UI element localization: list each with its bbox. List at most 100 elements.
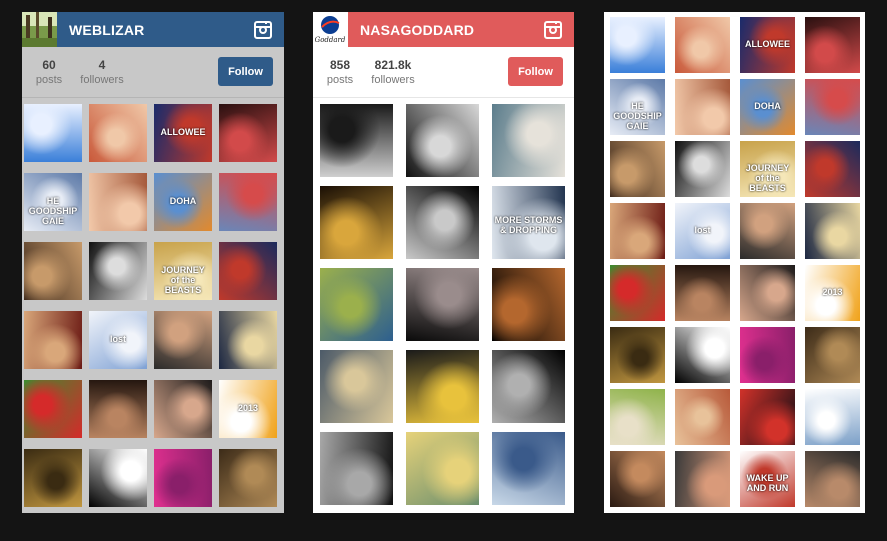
stats-bar: 858 posts 821.8k followers Follow	[313, 47, 574, 98]
photo-tile[interactable]: 2013	[219, 380, 277, 438]
widget-header: WEBLIZAR	[22, 12, 284, 47]
photo-tile[interactable]	[805, 327, 860, 383]
photo-caption: MORE STORMS & DROPPING	[494, 215, 563, 236]
photo-tile[interactable]: ALLOWEE	[154, 104, 212, 162]
photo-tile[interactable]: DOHA	[740, 79, 795, 135]
photo-caption: DOHA	[754, 101, 781, 112]
photo-tile[interactable]	[406, 268, 479, 341]
photo-tile[interactable]	[492, 432, 565, 505]
photo-tile[interactable]	[805, 203, 860, 259]
photo-tile[interactable]	[219, 104, 277, 162]
photo-tile[interactable]	[24, 311, 82, 369]
photo-tile[interactable]	[154, 380, 212, 438]
username[interactable]: NASAGODDARD	[360, 12, 474, 48]
photo-tile[interactable]	[740, 327, 795, 383]
photo-tile[interactable]: HE GOODSHIP GAIE	[24, 173, 82, 231]
posts-stat: 858 posts	[325, 57, 355, 87]
photo-caption: lost	[694, 225, 711, 236]
photo-caption: JOURNEY of the BEASTS	[745, 163, 790, 194]
photo-tile[interactable]	[675, 79, 730, 135]
photo-tile[interactable]	[219, 173, 277, 231]
followers-label: followers	[371, 74, 415, 86]
stats-bar: 60 posts 4 followers Follow	[22, 47, 284, 98]
photo-tile[interactable]	[610, 203, 665, 259]
photo-tile[interactable]	[492, 268, 565, 341]
photo-tile[interactable]: lost	[675, 203, 730, 259]
photo-tile[interactable]	[805, 17, 860, 73]
photo-tile[interactable]: MORE STORMS & DROPPING	[492, 186, 565, 259]
photo-tile[interactable]	[89, 449, 147, 507]
weblizar-widget: WEBLIZAR 60 posts 4 followers Follow ALL…	[22, 12, 284, 513]
photo-tile[interactable]	[320, 350, 393, 423]
photo-tile[interactable]	[89, 380, 147, 438]
photo-tile[interactable]	[89, 173, 147, 231]
follow-button[interactable]: Follow	[218, 57, 273, 86]
photo-tile[interactable]	[805, 389, 860, 445]
photo-tile[interactable]	[154, 449, 212, 507]
photo-tile[interactable]	[320, 186, 393, 259]
photo-tile[interactable]	[675, 389, 730, 445]
photo-tile[interactable]	[740, 265, 795, 321]
photo-tile[interactable]	[24, 104, 82, 162]
photo-tile[interactable]	[610, 17, 665, 73]
photo-tile[interactable]	[675, 17, 730, 73]
photo-tile[interactable]	[610, 327, 665, 383]
posts-label: posts	[326, 74, 354, 86]
photo-tile[interactable]: JOURNEY of the BEASTS	[740, 141, 795, 197]
instagram-icon[interactable]	[544, 21, 562, 39]
photo-tile[interactable]	[154, 311, 212, 369]
photo-tile[interactable]: JOURNEY of the BEASTS	[154, 242, 212, 300]
photo-tile[interactable]	[610, 389, 665, 445]
photo-caption: DOHA	[169, 196, 197, 207]
photo-tile[interactable]	[24, 449, 82, 507]
profile-avatar[interactable]: Goddard	[313, 12, 348, 47]
photo-tile[interactable]	[219, 311, 277, 369]
photo-tile[interactable]	[320, 432, 393, 505]
photo-grid: ALLOWEE HE GOODSHIP GAIE DOHA JOURNEY of th…	[610, 17, 860, 507]
photo-tile[interactable]	[610, 451, 665, 507]
photo-tile[interactable]	[406, 350, 479, 423]
photo-tile[interactable]	[406, 104, 479, 177]
photo-tile[interactable]	[406, 432, 479, 505]
photo-tile[interactable]: 2013	[805, 265, 860, 321]
follow-button[interactable]: Follow	[508, 57, 563, 86]
photo-tile[interactable]: HE GOODSHIP GAIE	[610, 79, 665, 135]
photo-tile[interactable]: lost	[89, 311, 147, 369]
photo-tile[interactable]	[406, 186, 479, 259]
posts-count: 858	[329, 58, 351, 72]
photo-tile[interactable]	[675, 327, 730, 383]
instagram-icon[interactable]	[254, 21, 272, 39]
photo-tile[interactable]	[89, 104, 147, 162]
photo-tile[interactable]	[805, 451, 860, 507]
photo-tile[interactable]	[492, 350, 565, 423]
photo-tile[interactable]	[492, 104, 565, 177]
photo-tile[interactable]	[675, 265, 730, 321]
photo-tile[interactable]	[219, 242, 277, 300]
photo-tile[interactable]	[740, 389, 795, 445]
photo-caption: 2013	[822, 287, 843, 298]
photo-grid: MORE STORMS & DROPPING	[320, 104, 565, 505]
photo-tile[interactable]	[740, 203, 795, 259]
photo-caption: lost	[109, 334, 126, 345]
photo-tile[interactable]	[805, 79, 860, 135]
photo-tile[interactable]	[320, 104, 393, 177]
username[interactable]: WEBLIZAR	[69, 12, 144, 48]
photo-tile[interactable]	[610, 265, 665, 321]
profile-avatar[interactable]	[22, 12, 57, 47]
photo-tile[interactable]	[24, 380, 82, 438]
photo-caption: HE GOODSHIP GAIE	[28, 196, 78, 227]
photo-tile[interactable]: DOHA	[154, 173, 212, 231]
photo-tile[interactable]	[610, 141, 665, 197]
photo-tile[interactable]	[89, 242, 147, 300]
photo-caption: HE GOODSHIP GAIE	[613, 101, 662, 132]
photo-tile[interactable]	[320, 268, 393, 341]
photo-tile[interactable]	[219, 449, 277, 507]
photo-tile[interactable]	[675, 141, 730, 197]
gallery-widget: ALLOWEE HE GOODSHIP GAIE DOHA JOURNEY of th…	[604, 12, 865, 513]
photo-tile[interactable]	[24, 242, 82, 300]
posts-count: 60	[42, 58, 56, 72]
photo-tile[interactable]	[805, 141, 860, 197]
photo-tile[interactable]: WAKE UP AND RUN	[740, 451, 795, 507]
photo-tile[interactable]	[675, 451, 730, 507]
photo-tile[interactable]: ALLOWEE	[740, 17, 795, 73]
